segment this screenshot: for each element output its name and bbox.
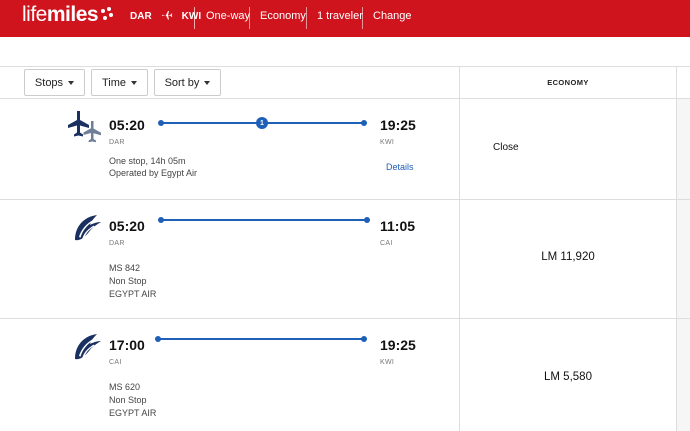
- arrival-airport: KWI: [380, 139, 395, 146]
- flight-itinerary: 17:00 CAI 19:25 KWI MS 620 Non Stop EGYP…: [0, 319, 460, 431]
- route-end-dot: [364, 217, 370, 223]
- cabin-link[interactable]: Economy: [260, 10, 306, 22]
- next-fare-cell-edge: [677, 99, 690, 199]
- details-link[interactable]: Details: [386, 162, 414, 172]
- flight-itinerary: 05:20 DAR 11:05 CAI MS 842 Non Stop EGYP…: [0, 200, 460, 318]
- next-fare-cell-edge: [677, 200, 690, 318]
- departure-airport: DAR: [109, 139, 125, 146]
- departure-airport: CAI: [109, 359, 122, 366]
- flight-number: MS 842: [109, 263, 141, 273]
- flight-row[interactable]: 17:00 CAI 19:25 KWI MS 620 Non Stop EGYP…: [0, 319, 690, 431]
- departure-time: 17:00: [109, 337, 145, 353]
- stops-info: Non Stop: [109, 395, 147, 405]
- flight-duration: One stop, 14h 05m: [109, 156, 186, 166]
- caret-down-icon: [131, 80, 138, 85]
- economy-header-label: ECONOMY: [547, 78, 589, 87]
- lifemiles-logo[interactable]: life miles: [22, 3, 114, 27]
- flight-number: MS 620: [109, 382, 141, 392]
- airline-name: EGYPT AIR: [109, 289, 157, 299]
- arrival-airport: CAI: [380, 240, 393, 247]
- egyptair-logo-icon: [75, 215, 101, 241]
- change-link[interactable]: Change: [373, 10, 412, 22]
- arrival-time: 19:25: [380, 117, 416, 133]
- route-start-dot: [155, 336, 161, 342]
- filter-bar: Stops Time Sort by: [0, 66, 460, 99]
- arrival-time: 11:05: [380, 218, 416, 234]
- egyptair-logo-icon: [75, 334, 101, 360]
- economy-column-header: ECONOMY: [459, 66, 677, 99]
- caret-down-icon: [68, 80, 75, 85]
- top-header: life miles DAR KWI One-way Economy 1 trav…: [0, 0, 690, 37]
- sort-by-button[interactable]: Sort by: [154, 69, 221, 96]
- header-divider: [194, 7, 195, 29]
- flight-row[interactable]: 05:20 DAR 1 19:25 KWI One stop, 14h 05m …: [0, 99, 690, 200]
- next-column-header-edge: [677, 66, 690, 99]
- next-fare-cell-edge: [677, 319, 690, 431]
- caret-down-icon: [204, 80, 211, 85]
- stops-filter-button[interactable]: Stops: [24, 69, 85, 96]
- arrival-airport: KWI: [380, 359, 395, 366]
- time-filter-label: Time: [101, 76, 127, 89]
- plane-icon: [161, 11, 172, 20]
- header-separator: [249, 7, 250, 29]
- route-line: [162, 219, 367, 221]
- route-end-dot: [361, 336, 367, 342]
- stops-filter-label: Stops: [34, 76, 64, 89]
- operated-by: Operated by Egypt Air: [109, 168, 198, 178]
- flight-row[interactable]: 05:20 DAR 11:05 CAI MS 842 Non Stop EGYP…: [0, 200, 690, 319]
- fare-price[interactable]: LM 11,920: [460, 251, 676, 263]
- close-button[interactable]: Close: [493, 142, 519, 153]
- logo-text-life: life: [22, 3, 47, 26]
- route-end-dot: [361, 120, 367, 126]
- departure-airport: DAR: [109, 240, 125, 247]
- fare-price[interactable]: LM 5,580: [460, 371, 676, 383]
- departure-time: 05:20: [109, 218, 145, 234]
- sort-by-label: Sort by: [164, 76, 200, 89]
- header-separator: [306, 7, 307, 29]
- logo-text-miles: miles: [46, 3, 99, 26]
- logo-dots-icon: [100, 7, 114, 23]
- economy-fare-cell[interactable]: LM 5,580: [459, 319, 677, 431]
- route-start-dot: [158, 120, 164, 126]
- trip-type-link[interactable]: One-way: [206, 10, 250, 22]
- departure-time: 05:20: [109, 117, 145, 133]
- multi-plane-icon: [68, 111, 101, 143]
- stops-count-badge: 1: [256, 117, 268, 129]
- route-summary: DAR KWI: [130, 10, 201, 22]
- flight-itinerary: 05:20 DAR 1 19:25 KWI One stop, 14h 05m …: [0, 99, 460, 199]
- route-line: [158, 338, 364, 340]
- travelers-link[interactable]: 1 traveler: [317, 10, 363, 22]
- airline-name: EGYPT AIR: [109, 408, 157, 418]
- header-separator: [362, 7, 363, 29]
- arrival-time: 19:25: [380, 337, 416, 353]
- route-start-dot: [158, 217, 164, 223]
- stops-info: Non Stop: [109, 276, 147, 286]
- route-origin: DAR: [130, 10, 152, 22]
- time-filter-button[interactable]: Time: [91, 69, 148, 96]
- route-destination: KWI: [181, 10, 202, 22]
- economy-fare-cell[interactable]: LM 11,920: [459, 200, 677, 318]
- economy-fare-cell[interactable]: Close: [459, 99, 677, 199]
